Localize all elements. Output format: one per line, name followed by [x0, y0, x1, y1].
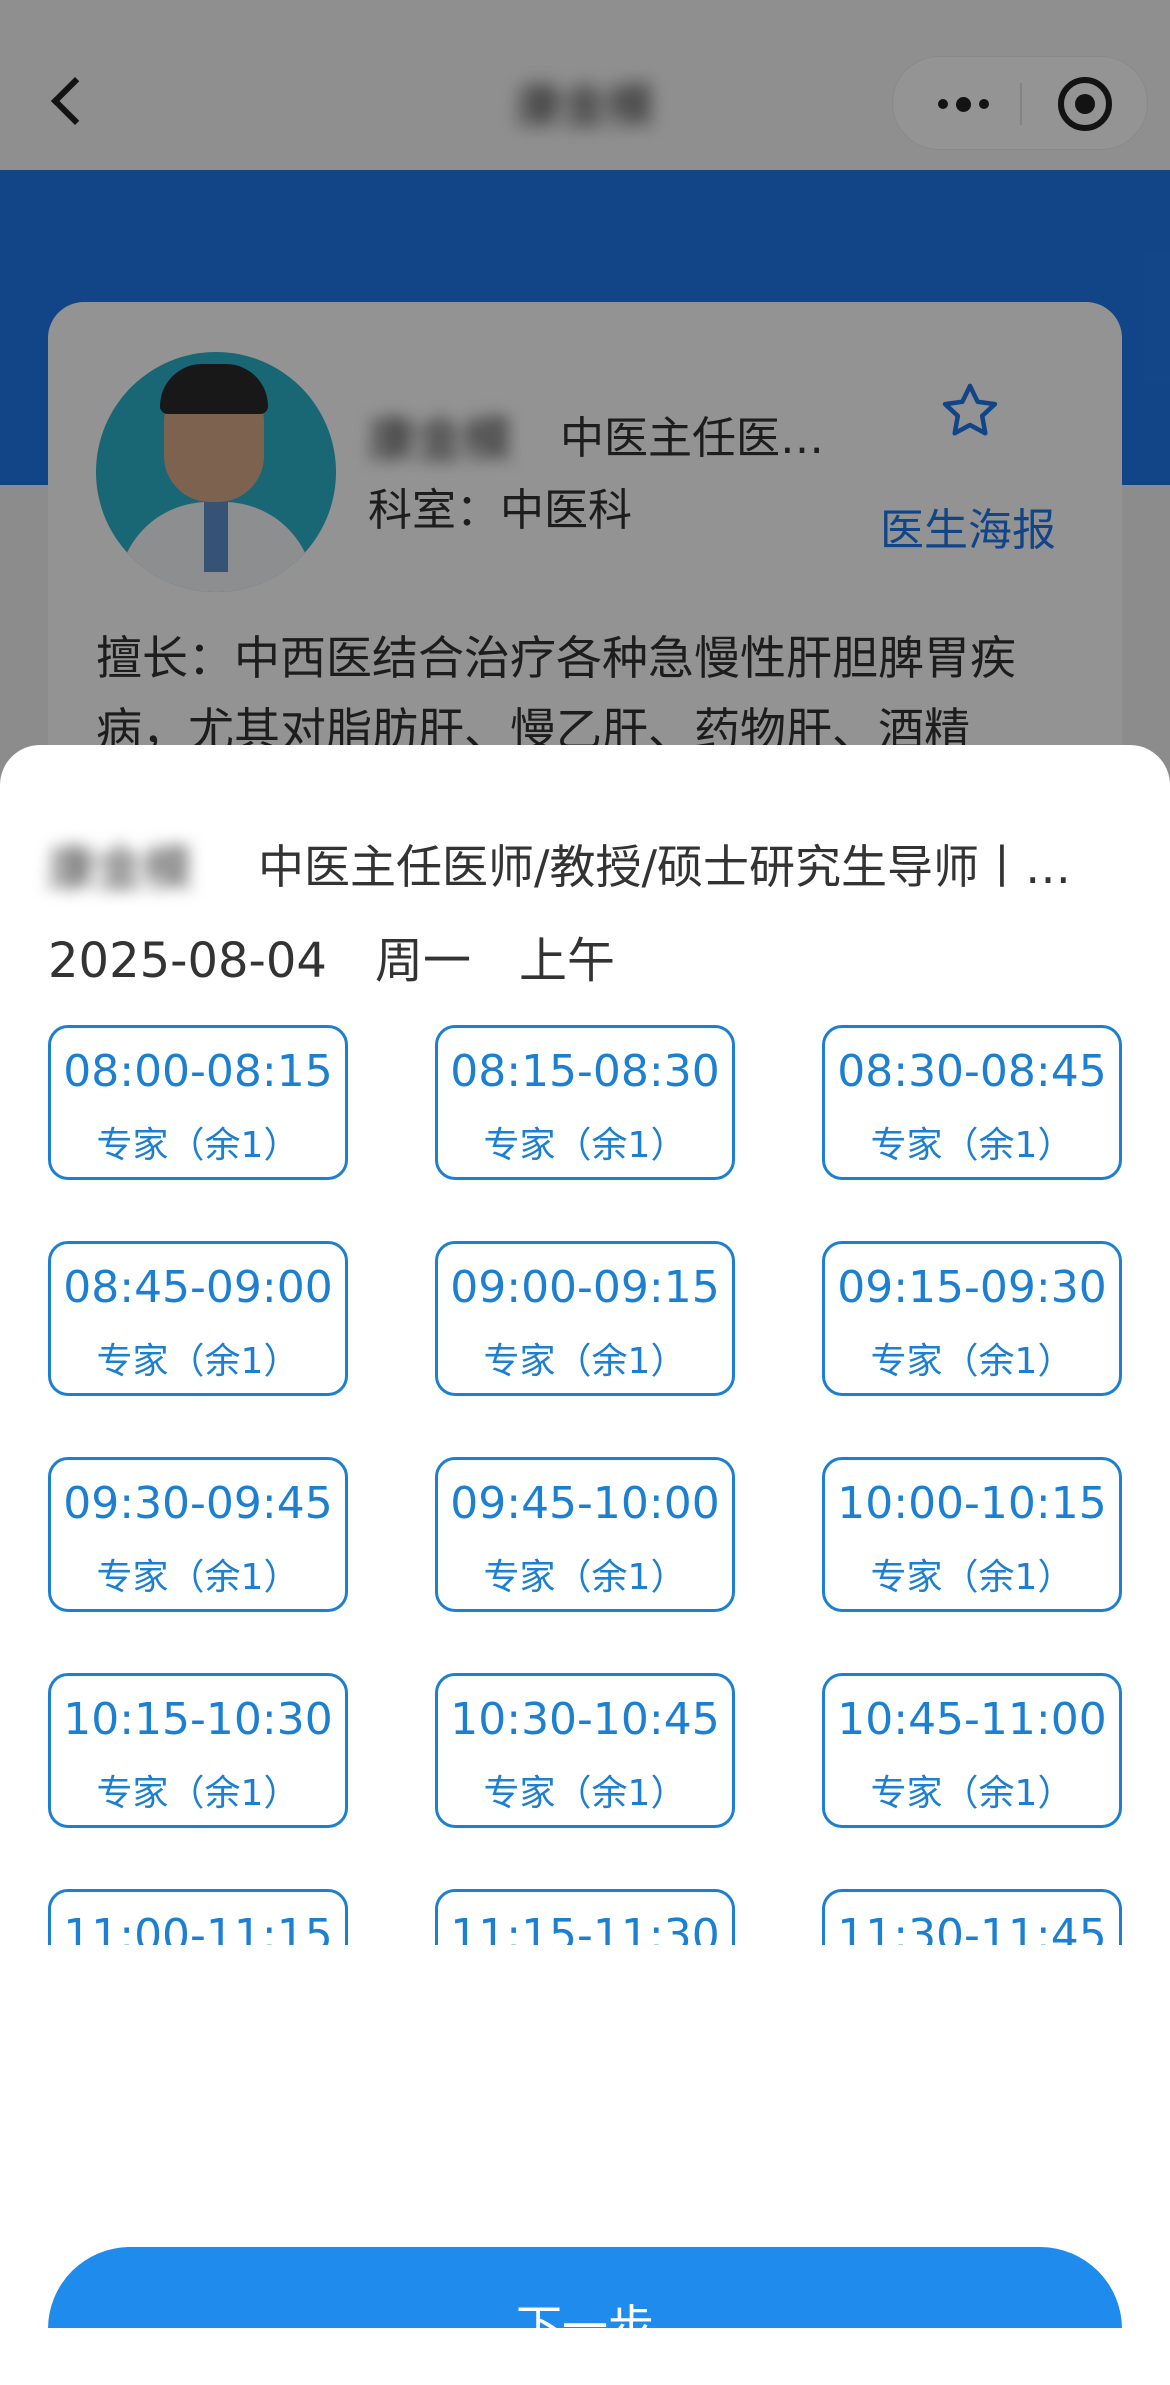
time-slot[interactable]: 10:30-10:45 专家（余1）: [435, 1673, 735, 1828]
slot-time: 09:15-09:30: [837, 1262, 1107, 1313]
slot-time: 08:00-08:15: [63, 1046, 333, 1097]
slot-availability: 专家（余1）: [870, 1341, 1074, 1382]
slot-time: 10:30-10:45: [450, 1694, 720, 1745]
slot-time: 10:45-11:00: [837, 1694, 1107, 1745]
time-slot[interactable]: 08:15-08:30 专家（余1）: [435, 1025, 735, 1180]
time-slot[interactable]: 11:15-11:30专家（余1）: [435, 1889, 735, 1945]
slot-availability: 专家（余1）: [483, 1557, 687, 1598]
time-slot[interactable]: 11:00-11:15专家（余1）: [48, 1889, 348, 1945]
slot-availability: 专家（余1）: [483, 1341, 687, 1382]
schedule-date: 2025-08-04 周一 上午: [48, 933, 615, 989]
time-slot[interactable]: 09:00-09:15 专家（余1）: [435, 1241, 735, 1396]
slot-time: 09:00-09:15: [450, 1262, 720, 1313]
time-slot[interactable]: 09:15-09:30 专家（余1）: [822, 1241, 1122, 1396]
slot-time: 09:45-10:00: [450, 1478, 720, 1529]
slot-availability: 专家（余1）: [870, 1557, 1074, 1598]
time-slot[interactable]: 10:15-10:30 专家（余1）: [48, 1673, 348, 1828]
time-slot[interactable]: 08:45-09:00 专家（余1）: [48, 1241, 348, 1396]
slot-time: 10:00-10:15: [837, 1478, 1107, 1529]
bottom-safe-area: [0, 2328, 1170, 2385]
slot-availability: 专家（余1）: [96, 1125, 300, 1166]
time-slot[interactable]: 08:30-08:45 专家（余1）: [822, 1025, 1122, 1180]
time-slot[interactable]: 09:30-09:45 专家（余1）: [48, 1457, 348, 1612]
time-slot[interactable]: 10:45-11:00 专家（余1）: [822, 1673, 1122, 1828]
time-slot[interactable]: 09:45-10:00 专家（余1）: [435, 1457, 735, 1612]
slot-availability: 专家（余1）: [870, 1125, 1074, 1166]
slot-time: 11:00-11:15: [63, 1910, 333, 1945]
slot-availability: 专家（余1）: [483, 1125, 687, 1166]
slot-time: 08:30-08:45: [837, 1046, 1107, 1097]
slot-availability: 专家（余1）: [483, 1773, 687, 1814]
time-slot-grid: 08:00-08:15 专家（余1） 08:15-08:30 专家（余1） 08:30-…: [0, 1025, 1170, 1945]
slot-time: 11:15-11:30: [450, 1910, 720, 1945]
slot-time: 11:30-11:45: [837, 1910, 1107, 1945]
slot-time: 08:15-08:30: [450, 1046, 720, 1097]
slot-availability: 专家（余1）: [870, 1773, 1074, 1814]
slot-time: 10:15-10:30: [63, 1694, 333, 1745]
slot-time: 08:45-09:00: [63, 1262, 333, 1313]
time-slot[interactable]: 11:30-11:45专家（余1）: [822, 1889, 1122, 1945]
sheet-doctor-name: 康金模: [48, 841, 193, 897]
sheet-doctor-title: 中医主任医师/教授/硕士研究生导师丨…: [258, 840, 1071, 894]
time-slot-sheet: 康金模 中医主任医师/教授/硕士研究生导师丨… 2025-08-04 周一 上午…: [0, 745, 1170, 2385]
time-slot[interactable]: 08:00-08:15 专家（余1）: [48, 1025, 348, 1180]
slot-availability: 专家（余1）: [96, 1341, 300, 1382]
slot-time: 09:30-09:45: [63, 1478, 333, 1529]
time-slot[interactable]: 10:00-10:15 专家（余1）: [822, 1457, 1122, 1612]
slot-availability: 专家（余1）: [96, 1557, 300, 1598]
slot-availability: 专家（余1）: [96, 1773, 300, 1814]
